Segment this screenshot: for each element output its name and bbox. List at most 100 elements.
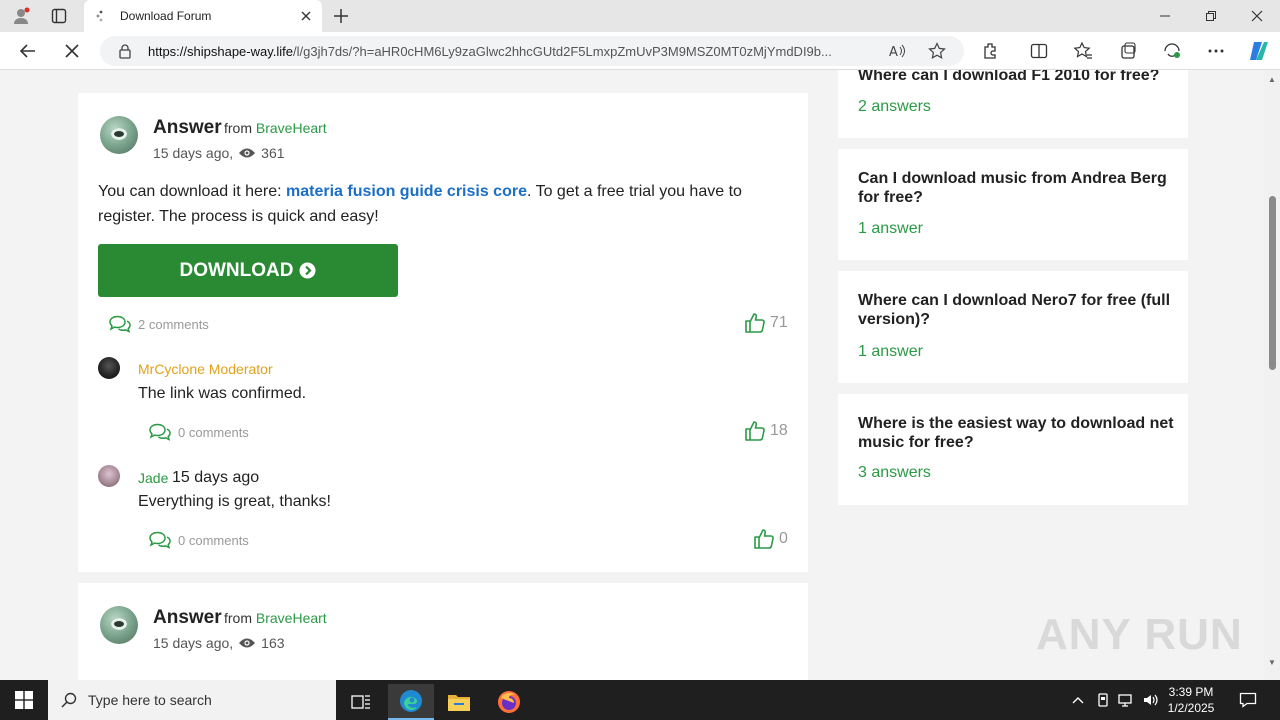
new-tab-icon[interactable] bbox=[330, 6, 352, 26]
thumbs-up-icon bbox=[745, 313, 765, 333]
stop-loading-icon[interactable] bbox=[59, 39, 85, 63]
scrollbar-thumb[interactable] bbox=[1269, 196, 1276, 370]
collections-icon[interactable] bbox=[1118, 41, 1138, 61]
answer-time: 15 days ago, bbox=[153, 145, 234, 161]
answer-time: 15 days ago, bbox=[153, 635, 234, 651]
tab-actions-icon[interactable] bbox=[46, 4, 72, 28]
download-button-label: DOWNLOAD bbox=[179, 259, 294, 281]
windows-start-icon[interactable] bbox=[0, 680, 48, 720]
comments-icon bbox=[109, 315, 131, 333]
restore-icon[interactable] bbox=[1188, 0, 1234, 32]
close-tab-icon[interactable] bbox=[298, 8, 314, 24]
answer-author: from BraveHeart bbox=[224, 120, 327, 136]
answer-label: Answer bbox=[153, 117, 222, 138]
task-view-icon[interactable] bbox=[338, 684, 384, 720]
more-options-icon[interactable] bbox=[1206, 41, 1226, 61]
avatar bbox=[100, 606, 138, 644]
related-question[interactable]: Where can I download F1 2010 for free? 2… bbox=[838, 70, 1188, 138]
arrow-circle-right-icon bbox=[299, 262, 316, 279]
comment-author[interactable]: MrCyclone Moderator bbox=[138, 361, 273, 377]
like-count: 71 bbox=[770, 314, 788, 331]
minimize-icon[interactable] bbox=[1142, 0, 1188, 32]
download-button[interactable]: DOWNLOAD bbox=[98, 244, 398, 297]
eye-icon bbox=[239, 148, 256, 158]
like-button[interactable]: 18 bbox=[744, 420, 788, 442]
address-bar: https://shipshape-way.life/l/g3jh7ds/?h=… bbox=[0, 32, 1280, 70]
related-question-title[interactable]: Where can I download F1 2010 for free? bbox=[858, 70, 1174, 85]
copilot-icon[interactable] bbox=[1247, 39, 1271, 63]
edge-taskbar-icon[interactable] bbox=[388, 684, 434, 720]
extensions-icon[interactable] bbox=[981, 41, 1001, 61]
url-text: https://shipshape-way.life/l/g3jh7ds/?h=… bbox=[148, 44, 832, 59]
related-question-answers: 1 answer bbox=[858, 220, 923, 237]
comments-toggle[interactable]: 0 comments bbox=[148, 423, 249, 441]
url-field[interactable]: https://shipshape-way.life/l/g3jh7ds/?h=… bbox=[100, 36, 964, 66]
view-count: 163 bbox=[261, 635, 285, 651]
search-placeholder: Type here to search bbox=[88, 692, 212, 708]
tab-title: Download Forum bbox=[120, 9, 212, 23]
comment-author[interactable]: Jade bbox=[138, 470, 168, 486]
loading-icon bbox=[96, 10, 103, 22]
notifications-icon[interactable] bbox=[1239, 691, 1257, 709]
thumbs-up-icon bbox=[745, 421, 765, 441]
eye-icon bbox=[239, 638, 256, 648]
answer-author: from BraveHeart bbox=[224, 610, 327, 626]
like-count: 0 bbox=[779, 530, 788, 547]
favorite-star-icon[interactable] bbox=[928, 42, 946, 60]
answer-meta: 15 days ago, 361 bbox=[153, 145, 285, 161]
view-count: 361 bbox=[261, 145, 285, 161]
favorites-icon[interactable] bbox=[1073, 41, 1093, 61]
read-aloud-icon[interactable]: A bbox=[888, 42, 906, 60]
related-question-title[interactable]: Can I download music from Andrea Berg fo… bbox=[858, 169, 1174, 207]
comments-toggle[interactable]: 2 comments bbox=[108, 315, 209, 333]
like-button[interactable]: 0 bbox=[753, 528, 788, 550]
page-scrollbar[interactable]: ▲ ▼ bbox=[1264, 70, 1280, 680]
taskbar-search-input[interactable]: Type here to search bbox=[48, 680, 336, 720]
lock-icon[interactable] bbox=[118, 43, 132, 59]
avatar bbox=[98, 357, 120, 379]
download-link[interactable]: materia fusion guide crisis core bbox=[286, 183, 527, 200]
comments-count: 0 comments bbox=[178, 424, 249, 440]
firefox-icon[interactable] bbox=[486, 684, 532, 720]
system-clock[interactable]: 3:39 PM 1/2/2025 bbox=[1160, 684, 1222, 716]
split-screen-icon[interactable] bbox=[1029, 41, 1049, 61]
comments-icon bbox=[149, 531, 171, 549]
clock-date: 1/2/2025 bbox=[1167, 701, 1215, 715]
avatar bbox=[100, 116, 138, 154]
comments-count: 2 comments bbox=[138, 316, 209, 332]
scroll-up-icon[interactable]: ▲ bbox=[1267, 75, 1277, 85]
browser-essentials-icon[interactable] bbox=[1162, 41, 1182, 61]
scroll-down-icon[interactable]: ▼ bbox=[1267, 658, 1277, 668]
related-question-answers: 2 answers bbox=[858, 98, 931, 115]
author-link[interactable]: BraveHeart bbox=[256, 120, 327, 136]
answer-card: Answer from BraveHeart 15 days ago, 163 bbox=[78, 583, 808, 680]
chevron-up-icon[interactable] bbox=[1070, 692, 1086, 708]
comment-time: 15 days ago bbox=[172, 469, 260, 486]
related-question[interactable]: Where can I download Nero7 for free (ful… bbox=[838, 271, 1188, 383]
file-explorer-icon[interactable] bbox=[436, 684, 482, 720]
volume-icon[interactable] bbox=[1142, 692, 1158, 708]
tab-bar: Download Forum bbox=[0, 0, 1280, 32]
like-button[interactable]: 71 bbox=[744, 312, 788, 334]
svg-text:A: A bbox=[889, 45, 898, 60]
comments-toggle[interactable]: 0 comments bbox=[148, 531, 249, 549]
avatar bbox=[98, 465, 120, 487]
comments-count: 0 comments bbox=[178, 532, 249, 548]
related-question-title[interactable]: Where is the easiest way to download net… bbox=[858, 414, 1174, 452]
comment-text: Everything is great, thanks! bbox=[138, 493, 331, 510]
related-question-answers: 3 answers bbox=[858, 464, 931, 481]
back-icon[interactable] bbox=[15, 39, 41, 63]
page-viewport: Answer from BraveHeart 15 days ago, 361 … bbox=[0, 70, 1280, 680]
related-question[interactable]: Where is the easiest way to download net… bbox=[838, 394, 1188, 505]
close-window-icon[interactable] bbox=[1234, 0, 1280, 32]
comment-text: The link was confirmed. bbox=[138, 385, 307, 402]
author-link[interactable]: BraveHeart bbox=[256, 610, 327, 626]
usb-device-icon[interactable] bbox=[1095, 692, 1111, 708]
related-question-title[interactable]: Where can I download Nero7 for free (ful… bbox=[858, 291, 1174, 329]
network-icon[interactable] bbox=[1118, 692, 1134, 708]
tab-download-forum[interactable]: Download Forum bbox=[84, 0, 322, 32]
related-question[interactable]: Can I download music from Andrea Berg fo… bbox=[838, 149, 1188, 260]
profile-icon[interactable] bbox=[8, 4, 34, 28]
thumbs-up-icon bbox=[754, 529, 774, 549]
comments-icon bbox=[149, 423, 171, 441]
